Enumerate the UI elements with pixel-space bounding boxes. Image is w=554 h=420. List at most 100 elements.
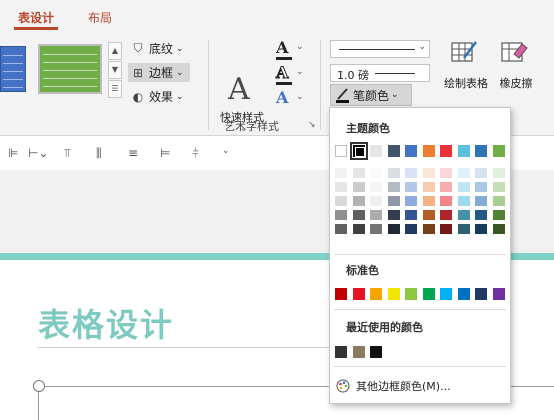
draw-table-button[interactable]: 绘制表格 bbox=[444, 38, 488, 90]
text-fill-icon[interactable]: A bbox=[276, 38, 288, 57]
shade-swatch[interactable] bbox=[387, 182, 400, 192]
distribute-icon[interactable]: ≡ bbox=[128, 146, 138, 160]
shade-swatch[interactable] bbox=[422, 224, 435, 234]
standard-color-swatch[interactable] bbox=[335, 288, 347, 300]
shade-swatch[interactable] bbox=[370, 168, 382, 178]
shade-swatch[interactable] bbox=[492, 196, 505, 206]
gallery-down-icon[interactable]: ▼ bbox=[108, 61, 122, 79]
shade-swatch[interactable] bbox=[457, 168, 470, 178]
standard-color-swatch[interactable] bbox=[440, 288, 452, 300]
shade-swatch[interactable] bbox=[335, 224, 347, 234]
shade-swatch[interactable] bbox=[457, 182, 470, 192]
shade-swatch[interactable] bbox=[422, 182, 435, 192]
borders-button[interactable]: ⊞ 边框 ⌄ bbox=[128, 63, 190, 82]
theme-color-swatch[interactable] bbox=[457, 145, 470, 157]
recent-color-swatch[interactable] bbox=[370, 346, 382, 358]
align-center-icon[interactable]: ⫩ bbox=[192, 146, 199, 161]
shade-swatch[interactable] bbox=[387, 224, 400, 234]
shade-swatch[interactable] bbox=[440, 224, 452, 234]
shade-swatch[interactable] bbox=[492, 224, 505, 234]
shade-swatch[interactable] bbox=[475, 182, 487, 192]
shade-swatch[interactable] bbox=[457, 196, 470, 206]
shade-swatch[interactable] bbox=[475, 168, 487, 178]
align-left-icon[interactable]: ⊫ bbox=[8, 146, 18, 160]
theme-color-swatch[interactable] bbox=[440, 145, 452, 157]
align-icon[interactable]: ⊢⌄ bbox=[28, 146, 49, 160]
pen-color-button[interactable]: 笔颜色 ⌄ bbox=[330, 84, 412, 106]
effects-button[interactable]: ◐ 效果 ⌄ bbox=[130, 88, 184, 105]
theme-color-swatch[interactable] bbox=[405, 145, 417, 157]
resize-handle[interactable] bbox=[33, 380, 45, 392]
shade-swatch[interactable] bbox=[492, 182, 505, 192]
shade-swatch[interactable] bbox=[387, 196, 400, 206]
shade-swatch[interactable] bbox=[352, 224, 365, 234]
pen-weight-select[interactable]: 1.0 磅 ⌄ bbox=[330, 64, 430, 82]
shade-swatch[interactable] bbox=[422, 168, 435, 178]
theme-color-swatch[interactable] bbox=[370, 145, 382, 157]
align-top-icon[interactable]: ⫪ bbox=[64, 146, 71, 161]
shade-swatch[interactable] bbox=[370, 182, 382, 192]
shade-swatch[interactable] bbox=[352, 168, 365, 178]
shade-swatch[interactable] bbox=[422, 196, 435, 206]
tab-table-design[interactable]: 表设计 bbox=[18, 9, 54, 26]
standard-color-swatch[interactable] bbox=[475, 288, 487, 300]
shade-swatch[interactable] bbox=[370, 210, 382, 220]
shade-swatch[interactable] bbox=[335, 168, 347, 178]
theme-color-swatch[interactable] bbox=[492, 145, 505, 157]
shade-swatch[interactable] bbox=[440, 210, 452, 220]
shade-swatch[interactable] bbox=[387, 168, 400, 178]
chevron-down-icon[interactable]: ⌄ bbox=[222, 146, 230, 156]
shade-swatch[interactable] bbox=[457, 224, 470, 234]
shade-swatch[interactable] bbox=[352, 196, 365, 206]
standard-color-swatch[interactable] bbox=[457, 288, 470, 300]
shade-swatch[interactable] bbox=[405, 224, 417, 234]
dialog-launcher-icon[interactable]: ↘ bbox=[308, 120, 316, 130]
align-left-edge-icon[interactable]: ⊨ bbox=[160, 146, 170, 160]
shade-swatch[interactable] bbox=[405, 210, 417, 220]
recent-color-swatch[interactable] bbox=[352, 346, 365, 358]
shade-swatch[interactable] bbox=[352, 210, 365, 220]
tab-layout[interactable]: 布局 bbox=[88, 9, 112, 26]
shade-swatch[interactable] bbox=[387, 210, 400, 220]
pen-style-select[interactable]: ⌄ bbox=[330, 40, 430, 58]
standard-color-swatch[interactable] bbox=[492, 288, 505, 300]
slide-title[interactable]: 表格设计 bbox=[38, 300, 174, 346]
quick-styles-icon[interactable]: A bbox=[228, 72, 250, 107]
standard-color-swatch[interactable] bbox=[405, 288, 417, 300]
shade-swatch[interactable] bbox=[405, 196, 417, 206]
theme-color-swatch[interactable] bbox=[475, 145, 487, 157]
text-effects-icon[interactable]: A bbox=[276, 88, 288, 107]
shade-swatch[interactable] bbox=[370, 196, 382, 206]
standard-color-swatch[interactable] bbox=[387, 288, 400, 300]
shade-swatch[interactable] bbox=[492, 168, 505, 178]
recent-color-swatch[interactable] bbox=[335, 346, 347, 358]
shading-button[interactable]: ⛉ 底纹 ⌄ bbox=[130, 40, 183, 57]
shade-swatch[interactable] bbox=[335, 182, 347, 192]
shade-swatch[interactable] bbox=[405, 168, 417, 178]
theme-color-swatch[interactable] bbox=[349, 142, 368, 160]
eraser-button[interactable]: 橡皮擦 bbox=[494, 38, 534, 90]
shade-swatch[interactable] bbox=[405, 182, 417, 192]
standard-color-swatch[interactable] bbox=[370, 288, 382, 300]
shade-swatch[interactable] bbox=[475, 224, 487, 234]
shade-swatch[interactable] bbox=[370, 224, 382, 234]
shade-swatch[interactable] bbox=[335, 210, 347, 220]
align-middle-icon[interactable]: ⫼ bbox=[96, 146, 102, 161]
shade-swatch[interactable] bbox=[440, 182, 452, 192]
shade-swatch[interactable] bbox=[475, 196, 487, 206]
text-outline-icon[interactable]: A bbox=[275, 63, 288, 83]
shade-swatch[interactable] bbox=[492, 210, 505, 220]
shade-swatch[interactable] bbox=[335, 196, 347, 206]
shade-swatch[interactable] bbox=[422, 210, 435, 220]
theme-color-swatch[interactable] bbox=[335, 145, 347, 157]
shade-swatch[interactable] bbox=[352, 182, 365, 192]
shade-swatch[interactable] bbox=[457, 210, 470, 220]
shade-swatch[interactable] bbox=[475, 210, 487, 220]
standard-color-swatch[interactable] bbox=[352, 288, 365, 300]
more-border-colors-item[interactable]: 其他边框颜色(M)... bbox=[336, 378, 451, 394]
shade-swatch[interactable] bbox=[440, 196, 452, 206]
shade-swatch[interactable] bbox=[440, 168, 452, 178]
theme-color-swatch[interactable] bbox=[422, 145, 435, 157]
table-style-green[interactable] bbox=[38, 44, 102, 94]
gallery-more-icon[interactable]: ☰ bbox=[108, 80, 122, 98]
